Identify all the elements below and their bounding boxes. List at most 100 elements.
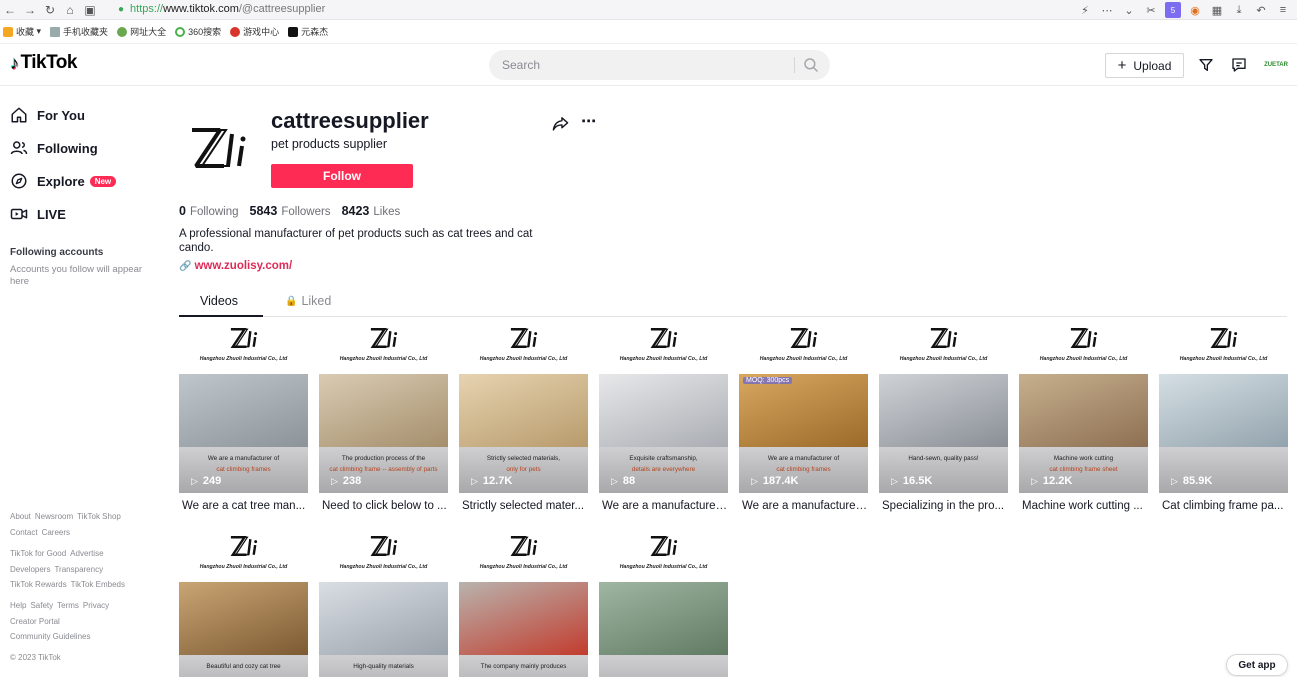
footer-link-tiktok-embeds[interactable]: TikTok Embeds [71,580,125,589]
thumbnail-caption: The production process of the cat climbin… [323,453,444,475]
tab-videos[interactable]: Videos [200,294,238,308]
messages-icon[interactable] [1231,57,1247,73]
video-title[interactable]: Specializing in the pro... [882,500,1008,512]
footer-link-privacy[interactable]: Privacy [83,601,109,610]
video-thumbnail[interactable]: Hangzhou Zhuoli Industrial Co., Ltd High-… [319,530,448,677]
video-item[interactable]: Hangzhou Zhuoli Industrial Co., Ltd [599,530,728,677]
more-options-icon[interactable]: ⋯ [580,113,597,130]
profile-avatar[interactable] [179,108,258,187]
video-item[interactable]: Hangzhou Zhuoli Industrial Co., Ltd We ar… [739,322,868,512]
video-item[interactable]: Hangzhou Zhuoli Industrial Co., Ltd Beaut… [179,530,308,677]
search-input[interactable] [489,50,789,80]
download-icon[interactable]: ⤓ [1231,2,1247,18]
video-thumbnail[interactable]: Hangzhou Zhuoli Industrial Co., Ltd [599,530,728,677]
video-thumbnail[interactable]: Hangzhou Zhuoli Industrial Co., Ltd We ar… [179,322,308,493]
video-item[interactable]: Hangzhou Zhuoli Industrial Co., Ltd The p… [319,322,448,512]
video-thumbnail[interactable]: Hangzhou Zhuoli Industrial Co., Ltd Hand-… [879,322,1008,493]
profile-link[interactable]: 🔗 www.zuolisy.com/ [179,260,292,272]
scissors-icon[interactable]: ✂ [1143,2,1159,18]
video-item[interactable]: Hangzhou Zhuoli Industrial Co., Ltd ▷ 85.9… [1159,322,1288,512]
sidebar-item-for-you[interactable]: For You [10,106,85,124]
footer-link-contact[interactable]: Contact [10,528,38,537]
address-bar[interactable]: ● https:// www.tiktok.com /@cattreesuppl… [118,1,1068,17]
footer-link-tiktok-shop[interactable]: TikTok Shop [77,512,121,521]
sidebar-item-explore[interactable]: Explore New [10,172,117,190]
video-thumbnail[interactable]: Hangzhou Zhuoli Industrial Co., Ltd The p… [319,322,448,493]
sidebar-item-following[interactable]: Following [10,139,98,157]
more-dots-icon[interactable]: ⋯ [1099,2,1115,18]
video-item[interactable]: Hangzhou Zhuoli Industrial Co., Ltd High-… [319,530,448,677]
footer-link-tiktok-for-good[interactable]: TikTok for Good [10,549,66,558]
video-title[interactable]: Need to click below to ... [322,500,448,512]
search-icon[interactable] [802,56,820,74]
followers-count[interactable]: 5843 [250,204,278,218]
flash-icon[interactable]: ⚡ [1077,2,1093,18]
video-item[interactable]: Hangzhou Zhuoli Industrial Co., Ltd The c… [459,530,588,677]
video-title[interactable]: We are a cat tree man... [182,500,308,512]
footer-link-terms[interactable]: Terms [57,601,79,610]
footer-link-developers[interactable]: Developers [10,565,50,574]
footer-link-tiktok-rewards[interactable]: TikTok Rewards [10,580,67,589]
video-thumbnail[interactable]: Hangzhou Zhuoli Industrial Co., Ltd Exqui… [599,322,728,493]
video-item[interactable]: Hangzhou Zhuoli Industrial Co., Ltd Exqui… [599,322,728,512]
bookmark-tiktok[interactable]: 元森杰 [288,25,328,38]
footer-link-careers[interactable]: Careers [42,528,70,537]
video-item[interactable]: Hangzhou Zhuoli Industrial Co., Ltd We ar… [179,322,308,512]
footer-link-community-guidelines[interactable]: Community Guidelines [10,632,90,641]
get-app-button[interactable]: Get app [1226,654,1288,676]
tab-liked[interactable]: 🔒 Liked [285,294,331,308]
home-browser-icon[interactable]: ⌂ [60,1,80,19]
bookmark-games[interactable]: 游戏中心 [230,25,279,38]
share-icon[interactable] [552,115,569,132]
followers-label: Followers [281,206,331,218]
bookmark-mobile[interactable]: 手机收藏夹 [50,25,108,38]
video-thumbnail[interactable]: Hangzhou Zhuoli Industrial Co., Ltd We ar… [739,322,868,493]
apps-grid-icon[interactable]: ▦ [1209,2,1225,18]
caption-line: cat climbing frames [216,466,271,473]
video-thumbnail[interactable]: Hangzhou Zhuoli Industrial Co., Ltd Stric… [459,322,588,493]
video-thumbnail[interactable]: Hangzhou Zhuoli Industrial Co., Ltd Beaut… [179,530,308,677]
footer-link-transparency[interactable]: Transparency [54,565,103,574]
tiktok-logo[interactable]: ♪ TikTok [10,52,77,74]
footer-link-newsroom[interactable]: Newsroom [35,512,73,521]
bookmark-favorites[interactable]: 收藏 ▾ [3,25,41,38]
inbox-filter-icon[interactable] [1198,57,1214,73]
undo-icon[interactable]: ↶ [1253,2,1269,18]
video-thumbnail[interactable]: Hangzhou Zhuoli Industrial Co., Ltd The c… [459,530,588,677]
sidebar-item-live[interactable]: LIVE [10,205,66,223]
video-title[interactable]: Cat climbing frame pa... [1162,500,1288,512]
back-icon[interactable]: ← [0,1,20,19]
bookmark-directory[interactable]: 网址大全 [117,25,166,38]
video-title[interactable]: Strictly selected mater... [462,500,588,512]
following-count[interactable]: 0 [179,204,186,218]
star-icon [3,26,13,37]
menu-icon[interactable]: ≡ [1275,2,1291,18]
video-title[interactable]: We are a manufacturer... [602,500,728,512]
forward-icon[interactable]: → [20,1,40,19]
company-name: Hangzhou Zhuoli Industrial Co., Ltd [899,356,988,362]
user-avatar[interactable]: ZUETAR [1264,56,1288,74]
video-item[interactable]: Hangzhou Zhuoli Industrial Co., Ltd Stric… [459,322,588,512]
footer-link-about[interactable]: About [10,512,31,521]
follow-button[interactable]: Follow [271,164,413,188]
wallet-icon[interactable]: ▣ [80,1,100,19]
caption-line: Exquisite craftsmanship, [629,455,698,462]
footer-link-safety[interactable]: Safety [30,601,53,610]
extension-icon[interactable]: 5 [1165,2,1181,18]
bookmark-360-search[interactable]: 360搜索 [175,25,221,38]
video-title[interactable]: Machine work cutting ... [1022,500,1148,512]
following-accounts-desc: Accounts you follow will appear here [10,264,143,287]
footer-link-creator-portal[interactable]: Creator Portal [10,617,60,626]
reload-icon[interactable]: ↻ [40,1,60,19]
thumbnail-photo [879,374,1008,447]
video-title[interactable]: We are a manufacturer... [742,500,868,512]
chevron-down-icon[interactable]: ⌄ [1121,2,1137,18]
game-icon[interactable]: ◉ [1187,2,1203,18]
video-thumbnail[interactable]: Hangzhou Zhuoli Industrial Co., Ltd ▷ 85.9… [1159,322,1288,493]
upload-button[interactable]: + Upload [1105,53,1184,78]
video-thumbnail[interactable]: Hangzhou Zhuoli Industrial Co., Ltd Machi… [1019,322,1148,493]
video-item[interactable]: Hangzhou Zhuoli Industrial Co., Ltd Hand-… [879,322,1008,512]
footer-link-help[interactable]: Help [10,601,26,610]
footer-link-advertise[interactable]: Advertise [70,549,103,558]
video-item[interactable]: Hangzhou Zhuoli Industrial Co., Ltd Machi… [1019,322,1148,512]
